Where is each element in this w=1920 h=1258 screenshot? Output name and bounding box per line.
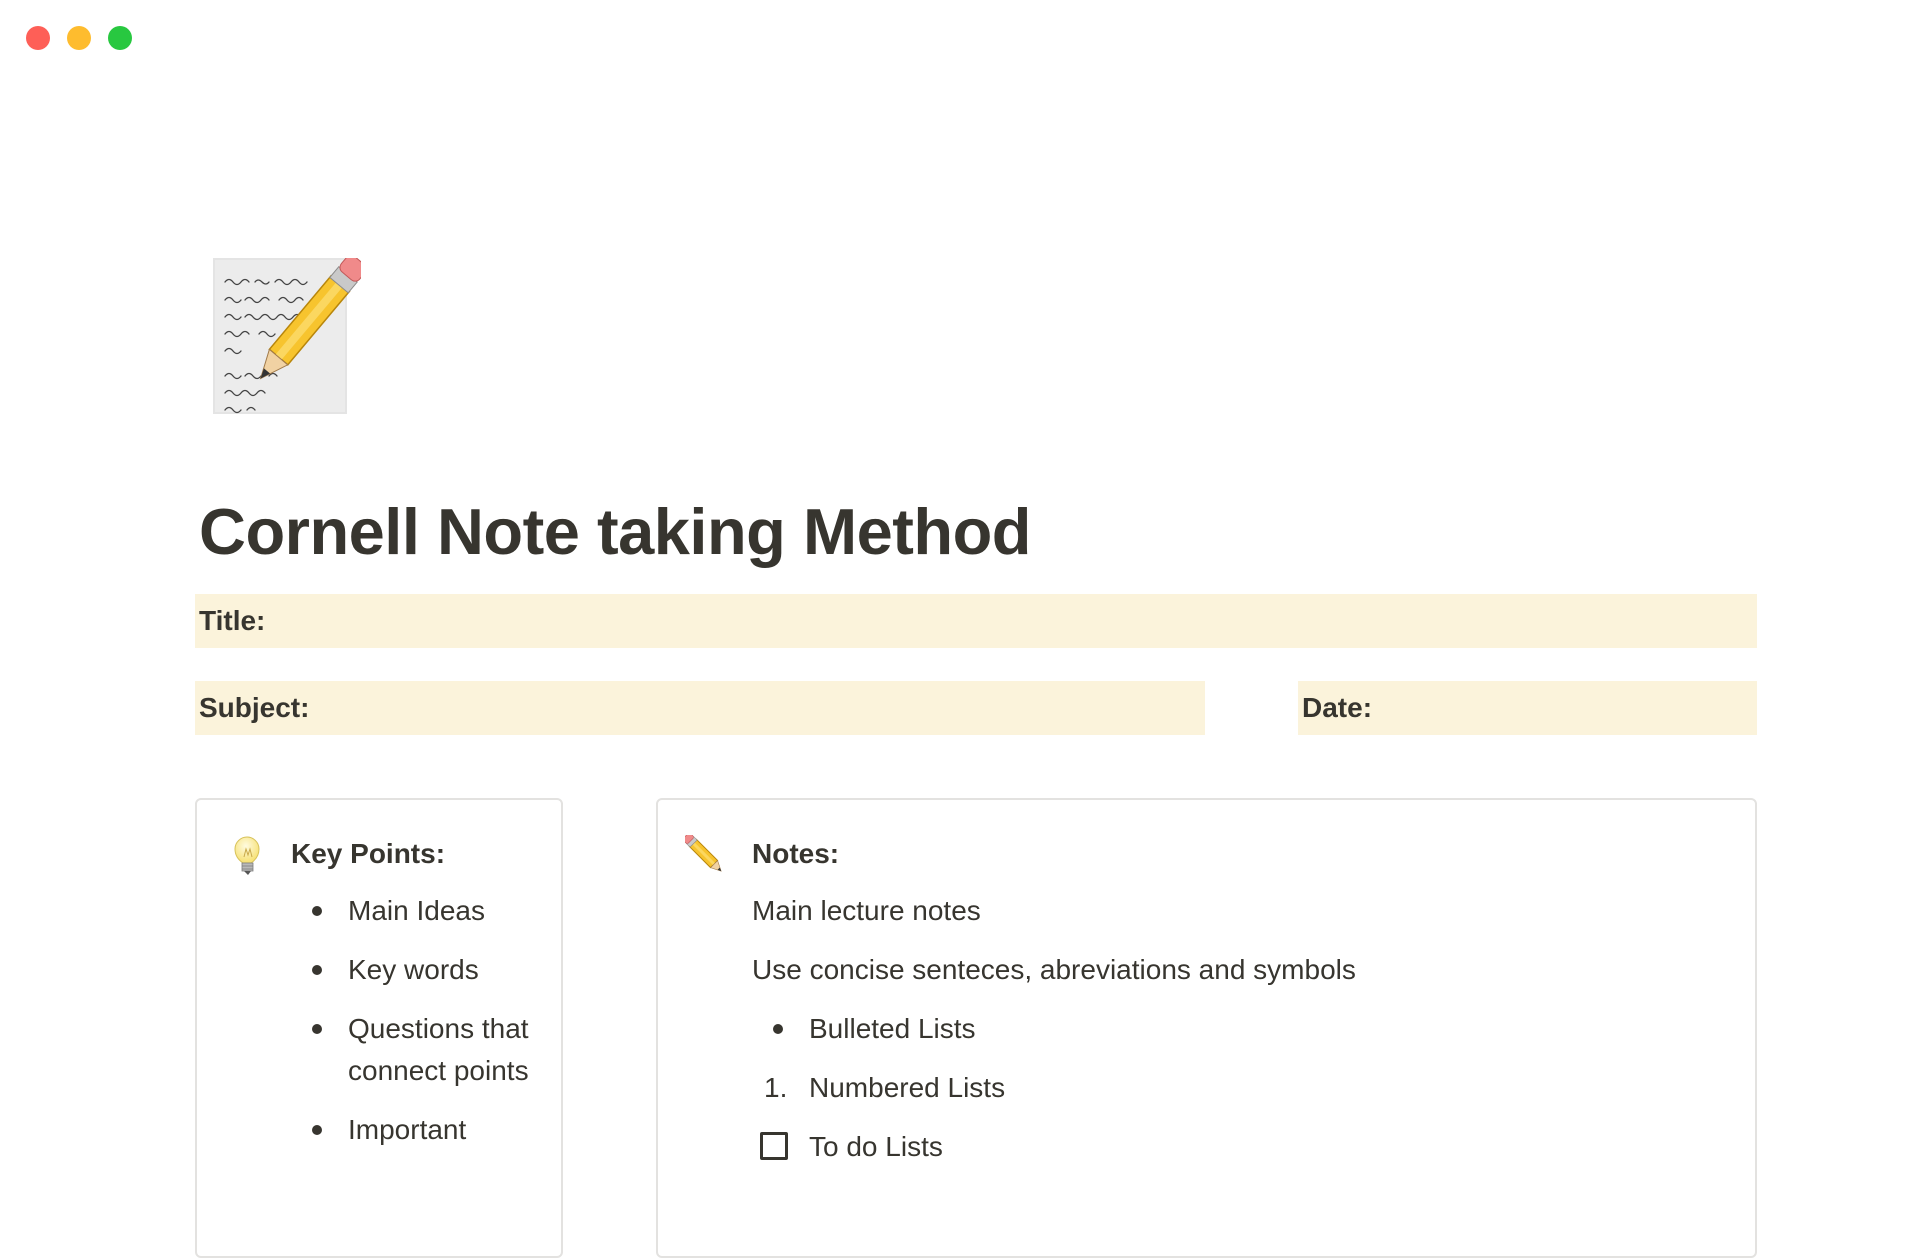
numbered-list-item[interactable]: 1. Numbered Lists [752,1067,1712,1109]
bulleted-list-item-text: Bulleted Lists [809,1013,976,1044]
list-item[interactable]: Important [291,1109,541,1151]
todo-list-item-text: To do Lists [809,1131,943,1162]
key-points-heading[interactable]: Key Points: [291,836,445,872]
list-item-text: Important [348,1114,467,1145]
bullet-icon [312,1024,322,1034]
close-window-button[interactable] [26,26,50,50]
notes-paragraph[interactable]: Use concise senteces, abreviations and s… [752,949,1712,991]
list-item[interactable]: Key words [291,949,541,991]
zoom-window-button[interactable] [108,26,132,50]
minimize-window-button[interactable] [67,26,91,50]
subject-field[interactable]: Subject: [195,681,1205,735]
subject-field-label: Subject: [199,692,310,723]
bullet-icon [312,1125,322,1135]
number-marker: 1. [764,1072,788,1103]
key-points-list: Main Ideas Key words Questions that conn… [291,890,541,1168]
notes-body: Main lecture notes Use concise senteces,… [752,890,1712,1185]
list-item[interactable]: Main Ideas [291,890,541,932]
todo-checkbox[interactable] [760,1132,788,1160]
key-points-callout[interactable]: Key Points: Main Ideas Key words Questio… [195,798,563,1258]
list-item[interactable]: Questions that connect points [291,1008,541,1092]
numbered-list-item-text: Numbered Lists [809,1072,1006,1103]
window-controls [26,26,132,50]
bullet-icon [312,906,322,916]
page-title[interactable]: Cornell Note taking Method [199,494,1032,569]
memo-icon[interactable] [213,254,367,418]
notes-paragraph[interactable]: Main lecture notes [752,890,1712,932]
list-item-text: Main Ideas [348,895,485,926]
bullet-icon [773,1024,783,1034]
list-item-text: Questions that connect points [348,1013,529,1086]
todo-list-item[interactable]: To do Lists [752,1126,1712,1168]
notes-callout[interactable]: Notes: Main lecture notes Use concise se… [656,798,1757,1258]
bullet-icon [312,965,322,975]
bulleted-list-item[interactable]: Bulleted Lists [752,1008,1712,1050]
light-bulb-icon[interactable] [227,835,271,879]
list-item-text: Key words [348,954,479,985]
date-field[interactable]: Date: [1298,681,1757,735]
title-field-label: Title: [199,605,266,636]
date-field-label: Date: [1302,692,1373,723]
title-field[interactable]: Title: [195,594,1757,648]
pencil-icon[interactable] [682,832,729,879]
notes-heading[interactable]: Notes: [752,836,839,872]
